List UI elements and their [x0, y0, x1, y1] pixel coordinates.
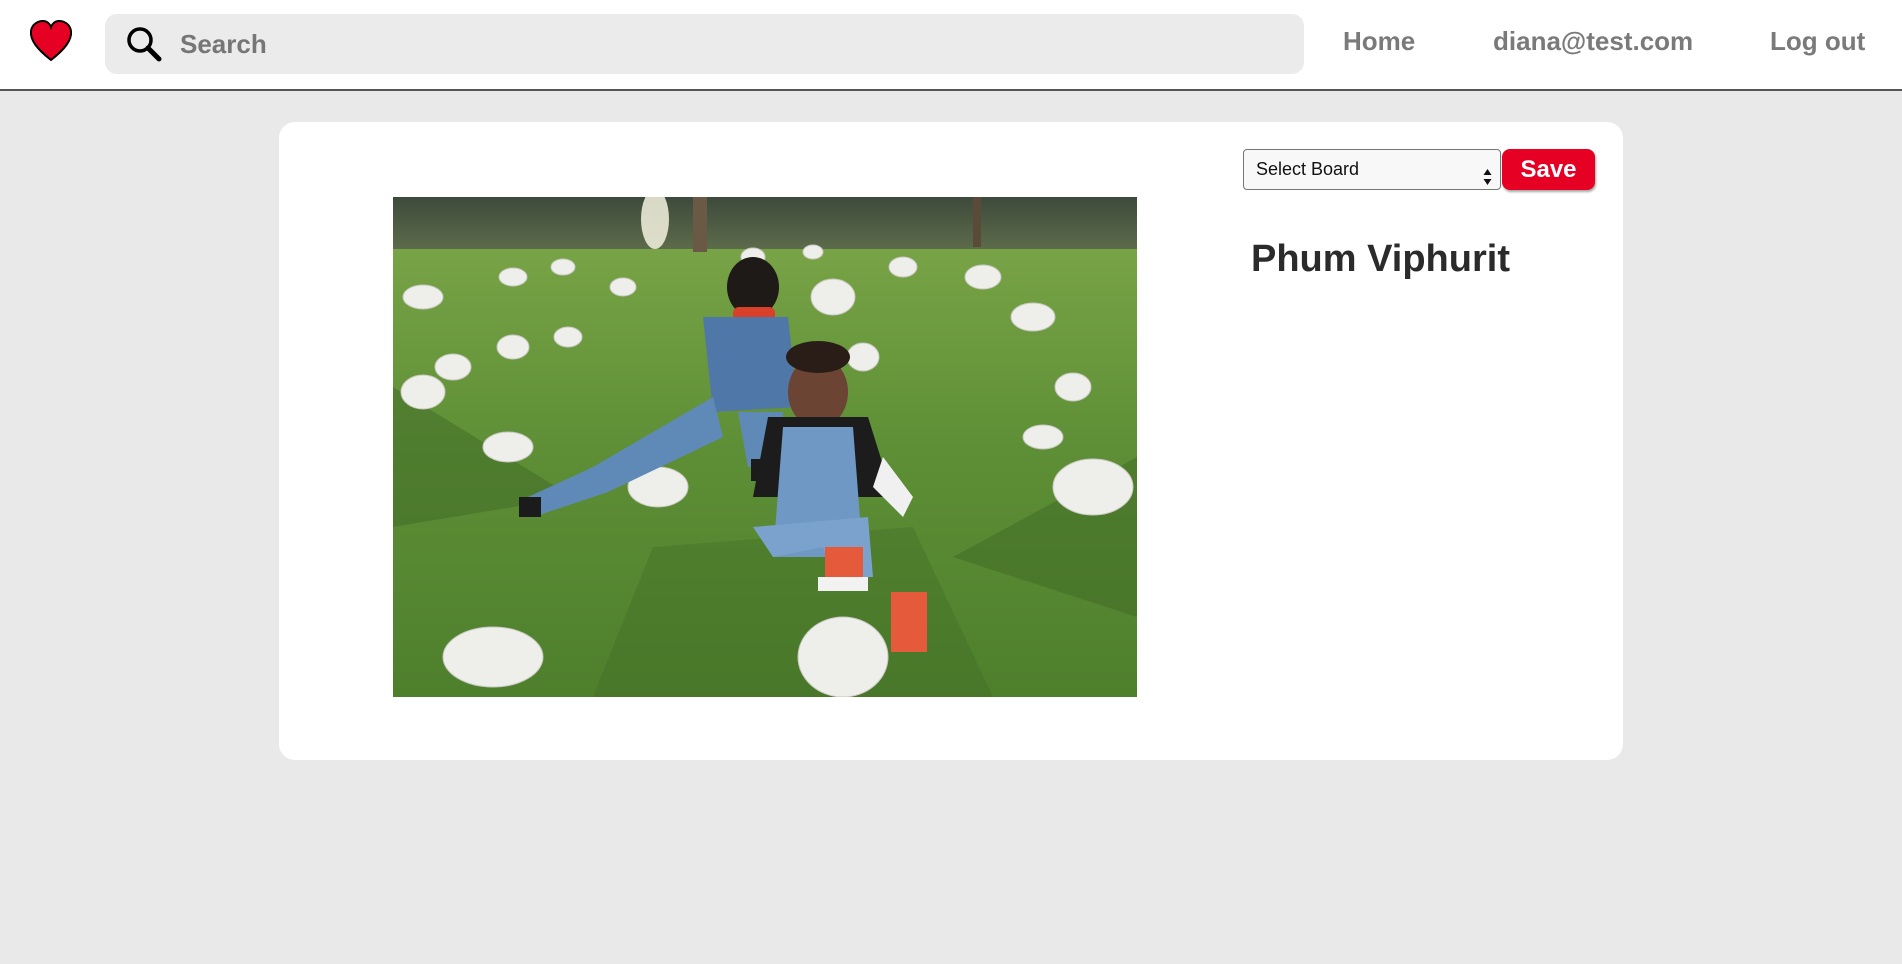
board-select-value: Select Board	[1256, 159, 1360, 179]
nav-home-link[interactable]: Home	[1343, 26, 1415, 57]
save-button[interactable]: Save	[1502, 149, 1595, 190]
board-select-dropdown[interactable]: Select Board	[1243, 149, 1501, 190]
select-arrows-icon	[1483, 161, 1492, 185]
search-input[interactable]	[180, 14, 1290, 74]
top-navbar: Home diana@test.com Log out	[0, 0, 1902, 91]
pin-title: Phum Viphurit	[1251, 238, 1510, 280]
pin-image[interactable]	[393, 197, 1137, 697]
search-icon	[125, 25, 163, 63]
nav-logout-link[interactable]: Log out	[1770, 26, 1865, 57]
pin-detail-card: Select Board Save Phum Viphurit	[279, 122, 1623, 760]
search-bar[interactable]	[105, 14, 1304, 74]
heart-logo-icon[interactable]	[28, 18, 74, 64]
nav-user-profile-link[interactable]: diana@test.com	[1493, 26, 1693, 57]
